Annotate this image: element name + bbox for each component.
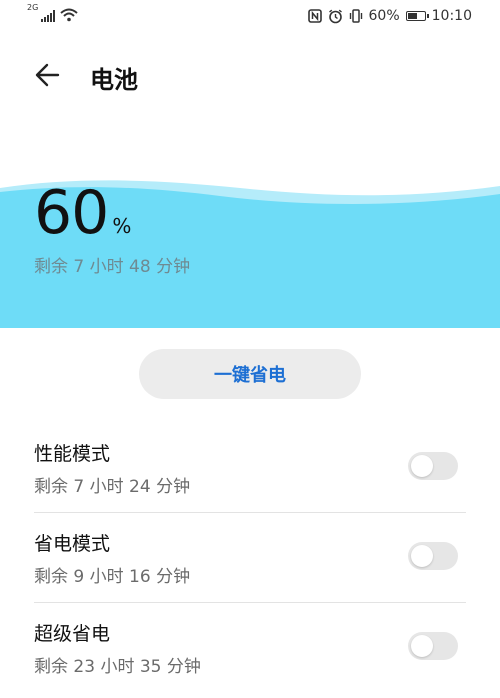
- battery-percent-value: 60: [34, 178, 109, 248]
- mode-title: 省电模式: [34, 533, 111, 555]
- nfc-icon: [307, 9, 322, 23]
- percent-sign: %: [112, 214, 132, 238]
- battery-percent-text: 60%: [368, 8, 400, 24]
- mode-remaining: 剩余 7 小时 24 分钟: [34, 477, 191, 497]
- status-left: 2G: [27, 4, 78, 22]
- list-item-performance-mode[interactable]: 性能模式 剩余 7 小时 24 分钟: [34, 423, 466, 513]
- alarm-icon: [328, 9, 342, 23]
- power-mode-list: 性能模式 剩余 7 小时 24 分钟 省电模式 剩余 9 小时 16 分钟 超级…: [0, 423, 500, 692]
- list-item-power-saving-mode[interactable]: 省电模式 剩余 9 小时 16 分钟: [34, 513, 466, 603]
- status-bar: 2G 60% 10:10: [0, 0, 500, 36]
- one-key-power-save-button[interactable]: 一键省电: [139, 349, 361, 399]
- mode-remaining: 剩余 9 小时 16 分钟: [34, 567, 191, 587]
- power-saving-mode-toggle[interactable]: [408, 542, 458, 570]
- mode-title: 超级省电: [34, 623, 111, 645]
- signal-icon: [41, 10, 56, 22]
- battery-icon: [405, 11, 429, 21]
- app-header: 电池: [0, 50, 500, 100]
- mode-remaining: 剩余 23 小时 35 分钟: [34, 657, 201, 677]
- back-arrow-icon[interactable]: [30, 57, 66, 93]
- list-item-ultra-power-saving[interactable]: 超级省电 剩余 23 小时 35 分钟: [34, 603, 466, 692]
- battery-percentage: 60%: [34, 178, 131, 248]
- ultra-power-saving-toggle[interactable]: [408, 632, 458, 660]
- wifi-icon: [60, 8, 78, 22]
- clock-time: 10:10: [431, 8, 472, 24]
- status-right: 60% 10:10: [307, 8, 472, 24]
- performance-mode-toggle[interactable]: [408, 452, 458, 480]
- page-title: 电池: [90, 66, 138, 94]
- vibrate-icon: [349, 9, 362, 23]
- mode-title: 性能模式: [34, 443, 111, 465]
- network-type-label: 2G: [27, 3, 39, 12]
- remaining-time: 剩余 7 小时 48 分钟: [34, 257, 191, 277]
